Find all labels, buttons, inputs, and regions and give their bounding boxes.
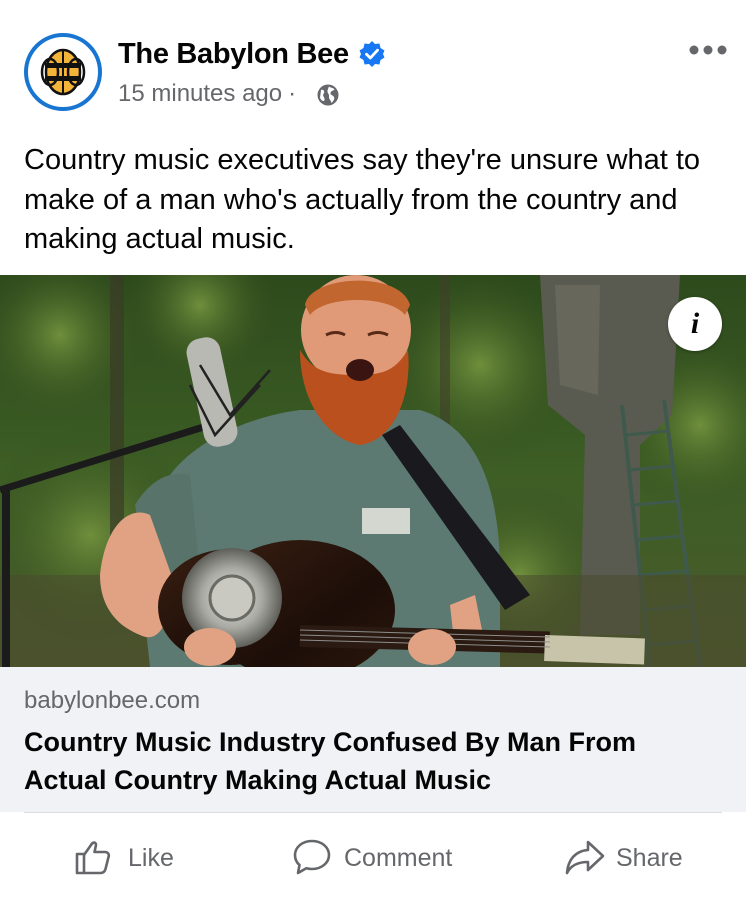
share-button[interactable]: Share (564, 834, 694, 882)
like-button[interactable]: Like (74, 834, 184, 882)
post-caption: Country music executives say they're uns… (24, 144, 701, 255)
actions-divider (24, 812, 722, 813)
meta-separator: · (288, 80, 297, 107)
verified-badge-icon (359, 41, 385, 67)
globe-icon (317, 84, 339, 106)
share-icon (565, 840, 605, 875)
comment-label: Comment (344, 844, 453, 872)
musician-photo (0, 275, 746, 667)
link-title[interactable]: Country Music Industry Confused By Man F… (24, 723, 724, 799)
bee-logo-icon (30, 39, 96, 105)
more-options-icon[interactable] (688, 44, 728, 56)
page-name[interactable]: The Babylon Bee (118, 36, 349, 72)
link-domain[interactable]: babylonbee.com (24, 686, 200, 716)
post-meta: 15 minutes ago · (118, 78, 302, 110)
comment-button[interactable]: Comment (292, 834, 462, 882)
comment-icon (293, 839, 331, 875)
post-header: The Babylon Bee 15 minutes ago · (0, 0, 746, 128)
share-label: Share (616, 844, 683, 872)
post-timestamp[interactable]: 15 minutes ago (118, 80, 282, 107)
page-avatar[interactable] (24, 33, 102, 111)
thumbs-up-icon (75, 841, 111, 875)
info-button[interactable]: i (668, 297, 722, 351)
like-label: Like (128, 844, 174, 872)
post-photo[interactable] (0, 275, 746, 667)
